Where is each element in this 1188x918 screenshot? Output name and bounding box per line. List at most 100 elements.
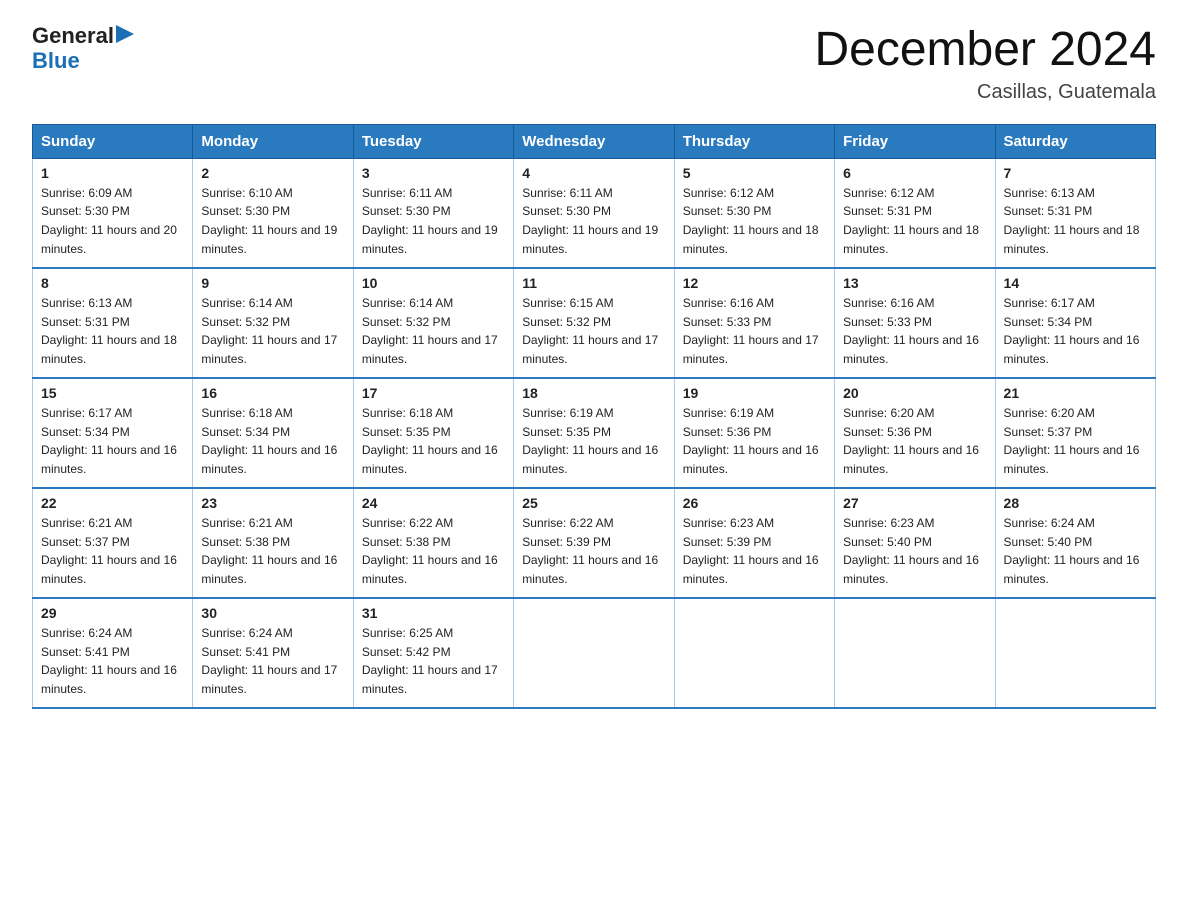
- table-row: 13 Sunrise: 6:16 AMSunset: 5:33 PMDaylig…: [835, 268, 995, 378]
- day-number: 29: [41, 605, 184, 621]
- day-info: Sunrise: 6:19 AMSunset: 5:35 PMDaylight:…: [522, 406, 658, 476]
- col-tuesday: Tuesday: [353, 124, 513, 158]
- calendar-week-4: 22 Sunrise: 6:21 AMSunset: 5:37 PMDaylig…: [33, 488, 1156, 598]
- month-title: December 2024: [814, 24, 1156, 77]
- calendar-week-3: 15 Sunrise: 6:17 AMSunset: 5:34 PMDaylig…: [33, 378, 1156, 488]
- page-header: General Blue December 2024 Casillas, Gua…: [32, 24, 1156, 104]
- day-info: Sunrise: 6:20 AMSunset: 5:36 PMDaylight:…: [843, 406, 979, 476]
- table-row: 4 Sunrise: 6:11 AMSunset: 5:30 PMDayligh…: [514, 158, 674, 268]
- table-row: 27 Sunrise: 6:23 AMSunset: 5:40 PMDaylig…: [835, 488, 995, 598]
- logo-triangle-icon: [116, 25, 134, 43]
- calendar-week-1: 1 Sunrise: 6:09 AMSunset: 5:30 PMDayligh…: [33, 158, 1156, 268]
- day-number: 17: [362, 385, 505, 401]
- table-row: 16 Sunrise: 6:18 AMSunset: 5:34 PMDaylig…: [193, 378, 353, 488]
- day-info: Sunrise: 6:21 AMSunset: 5:38 PMDaylight:…: [201, 516, 337, 586]
- day-info: Sunrise: 6:24 AMSunset: 5:41 PMDaylight:…: [201, 626, 337, 696]
- table-row: 19 Sunrise: 6:19 AMSunset: 5:36 PMDaylig…: [674, 378, 834, 488]
- day-number: 21: [1004, 385, 1147, 401]
- day-number: 10: [362, 275, 505, 291]
- table-row: 26 Sunrise: 6:23 AMSunset: 5:39 PMDaylig…: [674, 488, 834, 598]
- table-row: [995, 598, 1155, 708]
- table-row: 22 Sunrise: 6:21 AMSunset: 5:37 PMDaylig…: [33, 488, 193, 598]
- col-monday: Monday: [193, 124, 353, 158]
- day-number: 6: [843, 165, 986, 181]
- table-row: 3 Sunrise: 6:11 AMSunset: 5:30 PMDayligh…: [353, 158, 513, 268]
- day-info: Sunrise: 6:20 AMSunset: 5:37 PMDaylight:…: [1004, 406, 1140, 476]
- day-number: 11: [522, 275, 665, 291]
- day-number: 13: [843, 275, 986, 291]
- col-friday: Friday: [835, 124, 995, 158]
- table-row: [514, 598, 674, 708]
- day-number: 19: [683, 385, 826, 401]
- table-row: 15 Sunrise: 6:17 AMSunset: 5:34 PMDaylig…: [33, 378, 193, 488]
- col-thursday: Thursday: [674, 124, 834, 158]
- day-number: 20: [843, 385, 986, 401]
- table-row: 21 Sunrise: 6:20 AMSunset: 5:37 PMDaylig…: [995, 378, 1155, 488]
- day-info: Sunrise: 6:15 AMSunset: 5:32 PMDaylight:…: [522, 296, 658, 366]
- table-row: [835, 598, 995, 708]
- day-number: 9: [201, 275, 344, 291]
- day-number: 27: [843, 495, 986, 511]
- table-row: [674, 598, 834, 708]
- day-number: 14: [1004, 275, 1147, 291]
- day-info: Sunrise: 6:14 AMSunset: 5:32 PMDaylight:…: [362, 296, 498, 366]
- table-row: 20 Sunrise: 6:20 AMSunset: 5:36 PMDaylig…: [835, 378, 995, 488]
- day-info: Sunrise: 6:18 AMSunset: 5:35 PMDaylight:…: [362, 406, 498, 476]
- table-row: 30 Sunrise: 6:24 AMSunset: 5:41 PMDaylig…: [193, 598, 353, 708]
- day-info: Sunrise: 6:13 AMSunset: 5:31 PMDaylight:…: [41, 296, 177, 366]
- calendar-header-row: Sunday Monday Tuesday Wednesday Thursday…: [33, 124, 1156, 158]
- day-info: Sunrise: 6:22 AMSunset: 5:39 PMDaylight:…: [522, 516, 658, 586]
- day-number: 8: [41, 275, 184, 291]
- logo-blue: Blue: [32, 48, 80, 73]
- day-info: Sunrise: 6:13 AMSunset: 5:31 PMDaylight:…: [1004, 186, 1140, 256]
- day-number: 7: [1004, 165, 1147, 181]
- table-row: 5 Sunrise: 6:12 AMSunset: 5:30 PMDayligh…: [674, 158, 834, 268]
- col-saturday: Saturday: [995, 124, 1155, 158]
- day-number: 28: [1004, 495, 1147, 511]
- day-number: 31: [362, 605, 505, 621]
- title-block: December 2024 Casillas, Guatemala: [814, 24, 1156, 104]
- day-number: 25: [522, 495, 665, 511]
- day-number: 12: [683, 275, 826, 291]
- day-info: Sunrise: 6:24 AMSunset: 5:41 PMDaylight:…: [41, 626, 177, 696]
- calendar-table: Sunday Monday Tuesday Wednesday Thursday…: [32, 124, 1156, 710]
- location-title: Casillas, Guatemala: [814, 81, 1156, 104]
- day-info: Sunrise: 6:16 AMSunset: 5:33 PMDaylight:…: [683, 296, 819, 366]
- day-info: Sunrise: 6:18 AMSunset: 5:34 PMDaylight:…: [201, 406, 337, 476]
- table-row: 10 Sunrise: 6:14 AMSunset: 5:32 PMDaylig…: [353, 268, 513, 378]
- table-row: 17 Sunrise: 6:18 AMSunset: 5:35 PMDaylig…: [353, 378, 513, 488]
- day-info: Sunrise: 6:11 AMSunset: 5:30 PMDaylight:…: [522, 186, 658, 256]
- day-info: Sunrise: 6:10 AMSunset: 5:30 PMDaylight:…: [201, 186, 337, 256]
- col-sunday: Sunday: [33, 124, 193, 158]
- day-info: Sunrise: 6:25 AMSunset: 5:42 PMDaylight:…: [362, 626, 498, 696]
- logo-general: General: [32, 24, 114, 48]
- day-number: 30: [201, 605, 344, 621]
- day-info: Sunrise: 6:24 AMSunset: 5:40 PMDaylight:…: [1004, 516, 1140, 586]
- table-row: 25 Sunrise: 6:22 AMSunset: 5:39 PMDaylig…: [514, 488, 674, 598]
- table-row: 31 Sunrise: 6:25 AMSunset: 5:42 PMDaylig…: [353, 598, 513, 708]
- calendar-week-5: 29 Sunrise: 6:24 AMSunset: 5:41 PMDaylig…: [33, 598, 1156, 708]
- day-number: 23: [201, 495, 344, 511]
- day-info: Sunrise: 6:11 AMSunset: 5:30 PMDaylight:…: [362, 186, 498, 256]
- table-row: 6 Sunrise: 6:12 AMSunset: 5:31 PMDayligh…: [835, 158, 995, 268]
- day-number: 26: [683, 495, 826, 511]
- table-row: 24 Sunrise: 6:22 AMSunset: 5:38 PMDaylig…: [353, 488, 513, 598]
- table-row: 12 Sunrise: 6:16 AMSunset: 5:33 PMDaylig…: [674, 268, 834, 378]
- table-row: 18 Sunrise: 6:19 AMSunset: 5:35 PMDaylig…: [514, 378, 674, 488]
- day-number: 5: [683, 165, 826, 181]
- day-number: 18: [522, 385, 665, 401]
- day-info: Sunrise: 6:12 AMSunset: 5:31 PMDaylight:…: [843, 186, 979, 256]
- day-info: Sunrise: 6:23 AMSunset: 5:40 PMDaylight:…: [843, 516, 979, 586]
- day-number: 16: [201, 385, 344, 401]
- table-row: 11 Sunrise: 6:15 AMSunset: 5:32 PMDaylig…: [514, 268, 674, 378]
- table-row: 28 Sunrise: 6:24 AMSunset: 5:40 PMDaylig…: [995, 488, 1155, 598]
- table-row: 23 Sunrise: 6:21 AMSunset: 5:38 PMDaylig…: [193, 488, 353, 598]
- day-number: 4: [522, 165, 665, 181]
- logo: General Blue: [32, 24, 134, 74]
- table-row: 8 Sunrise: 6:13 AMSunset: 5:31 PMDayligh…: [33, 268, 193, 378]
- day-number: 2: [201, 165, 344, 181]
- table-row: 2 Sunrise: 6:10 AMSunset: 5:30 PMDayligh…: [193, 158, 353, 268]
- table-row: 29 Sunrise: 6:24 AMSunset: 5:41 PMDaylig…: [33, 598, 193, 708]
- day-info: Sunrise: 6:17 AMSunset: 5:34 PMDaylight:…: [1004, 296, 1140, 366]
- day-info: Sunrise: 6:09 AMSunset: 5:30 PMDaylight:…: [41, 186, 177, 256]
